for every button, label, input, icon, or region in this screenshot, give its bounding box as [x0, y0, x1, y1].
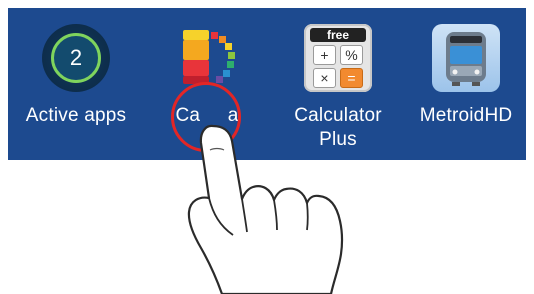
active-apps-icon: 2 — [42, 24, 110, 92]
screen: 2 Active apps Ca a free + % × = Calculat… — [0, 0, 534, 294]
calc-plus-key: + — [313, 45, 336, 65]
app-calculator-plus[interactable]: free + % × = Calculator Plus — [278, 8, 398, 160]
app-label-line2: Plus — [319, 129, 357, 150]
app-label: MetroidHD — [419, 105, 513, 126]
app-label-line1: Calculator — [294, 105, 382, 126]
app-label: Calculator Plus — [278, 104, 398, 152]
app-active-apps[interactable]: 2 Active apps — [16, 8, 136, 160]
calc-equals-key: = — [340, 68, 363, 88]
free-banner: free — [310, 28, 366, 42]
tap-indicator-ring — [171, 82, 241, 152]
calculator-icon: free + % × = — [304, 24, 372, 92]
app-metroidhd[interactable]: MetroidHD — [406, 8, 526, 160]
app-label: Active apps — [25, 105, 127, 126]
app-drawer-row: 2 Active apps Ca a free + % × = Calculat… — [8, 8, 526, 160]
active-apps-count: 2 — [51, 33, 101, 83]
calc-times-key: × — [313, 68, 336, 88]
train-icon — [432, 24, 500, 92]
calc-percent-key: % — [340, 45, 363, 65]
